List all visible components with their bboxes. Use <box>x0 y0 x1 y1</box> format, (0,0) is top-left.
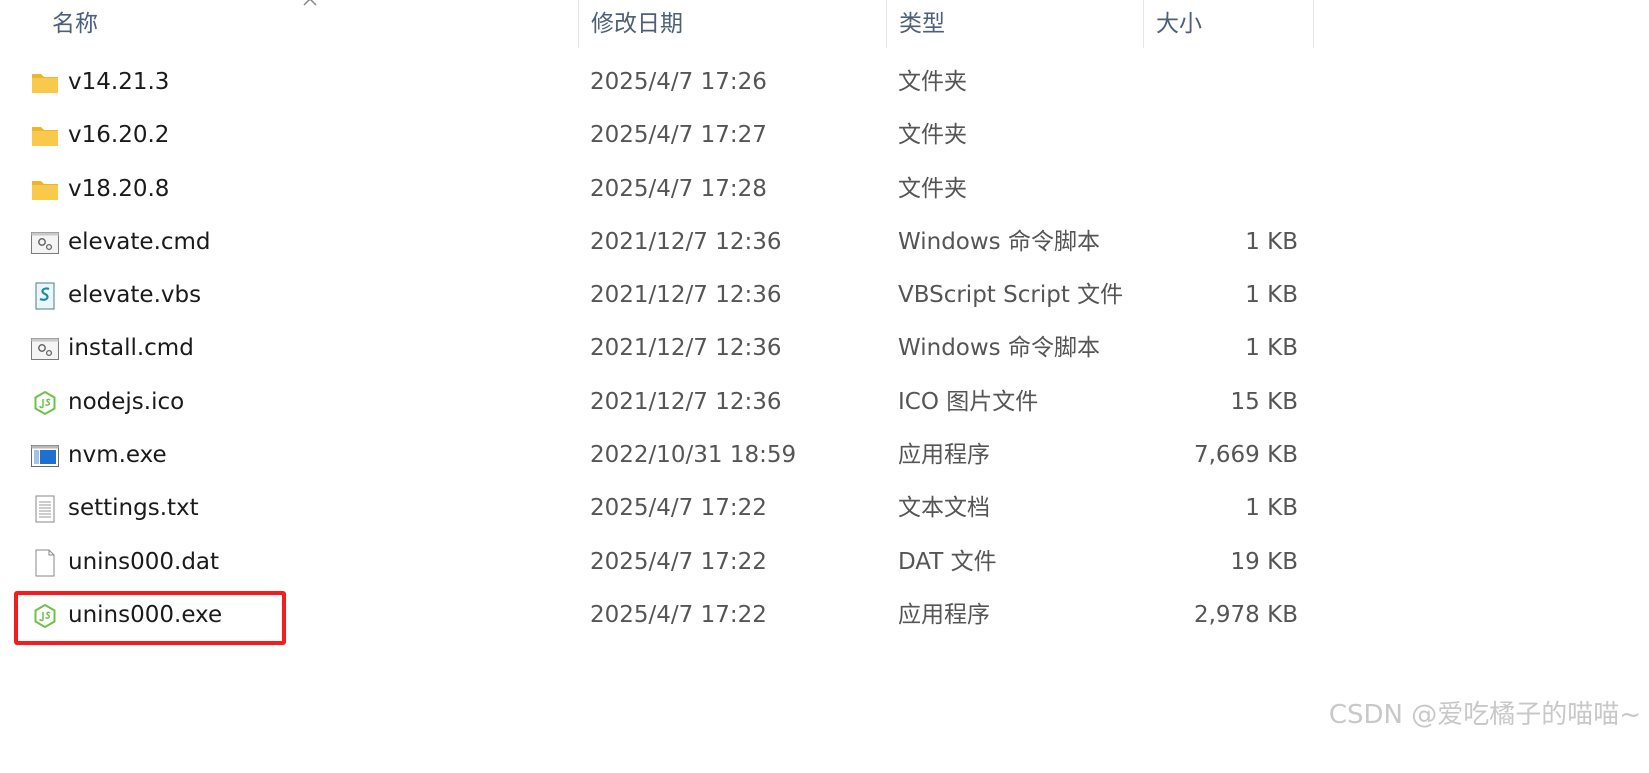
file-type: 文件夹 <box>898 69 967 95</box>
file-date-modified: 2025/4/7 17:27 <box>590 122 767 149</box>
file-size <box>1150 56 1298 109</box>
file-size: 1 KB <box>1245 282 1298 309</box>
column-header-type[interactable]: 类型 <box>886 0 1142 48</box>
file-name: v16.20.2 <box>68 122 170 149</box>
file-type: DAT 文件 <box>898 548 997 575</box>
file-row[interactable]: elevate.vbs 2021/12/7 12:36 VBScript Scr… <box>0 269 1320 322</box>
file-name: nvm.exe <box>68 442 167 469</box>
file-type: ICO 图片文件 <box>898 388 1039 415</box>
file-size <box>1150 163 1298 216</box>
file-name: v14.21.3 <box>68 69 170 95</box>
file-type: VBScript Script 文件 <box>898 282 1124 309</box>
file-date-modified: 2025/4/7 17:22 <box>590 601 767 628</box>
file-size: 1 KB <box>1245 495 1298 522</box>
file-row[interactable]: v14.21.3 2025/4/7 17:26 文件夹 <box>0 56 1320 109</box>
file-date-modified: 2021/12/7 12:36 <box>590 282 782 309</box>
text-document-icon <box>35 495 55 523</box>
file-type: 文件夹 <box>898 122 967 149</box>
column-header-date-modified[interactable]: 修改日期 <box>578 0 885 48</box>
file-name: elevate.cmd <box>68 228 211 255</box>
file-size <box>1150 109 1298 162</box>
nodejs-icon <box>34 390 56 415</box>
file-size: 15 KB <box>1230 388 1298 415</box>
file-size: 2,978 KB <box>1193 601 1298 628</box>
file-type: Windows 命令脚本 <box>898 228 1100 255</box>
cmd-script-icon <box>31 231 59 254</box>
file-row[interactable]: install.cmd 2021/12/7 12:36 Windows 命令脚本… <box>0 322 1320 375</box>
file-name: elevate.vbs <box>68 282 202 309</box>
blank-file-icon <box>35 549 55 577</box>
file-row[interactable]: v18.20.8 2025/4/7 17:28 文件夹 <box>0 163 1320 216</box>
file-type: 应用程序 <box>898 442 990 469</box>
file-date-modified: 2025/4/7 17:26 <box>590 69 767 95</box>
file-date-modified: 2021/12/7 12:36 <box>590 388 782 415</box>
column-header-bar: 名称 修改日期 类型 大小 <box>0 0 1649 48</box>
vbs-script-icon <box>35 282 55 310</box>
file-name: unins000.dat <box>68 548 220 575</box>
file-row[interactable]: nvm.exe 2022/10/31 18:59 应用程序 7,669 KB <box>0 429 1320 482</box>
file-row[interactable]: elevate.cmd 2021/12/7 12:36 Windows 命令脚本… <box>0 216 1320 269</box>
watermark: CSDN @爱吃橘子的喵喵~ <box>1328 700 1641 730</box>
file-row[interactable]: settings.txt 2025/4/7 17:22 文本文档 1 KB <box>0 482 1320 535</box>
file-date-modified: 2022/10/31 18:59 <box>590 442 797 469</box>
file-type: Windows 命令脚本 <box>898 335 1100 362</box>
folder-icon <box>32 127 58 147</box>
cmd-script-icon <box>31 338 59 361</box>
folder-icon <box>32 180 58 200</box>
file-row[interactable]: v16.20.2 2025/4/7 17:27 文件夹 <box>0 109 1320 162</box>
file-size: 1 KB <box>1245 335 1298 362</box>
file-list: v14.21.3 2025/4/7 17:26 文件夹 v16.20.2 202… <box>0 56 1649 642</box>
file-date-modified: 2025/4/7 17:22 <box>590 548 767 575</box>
file-name: v18.20.8 <box>68 175 170 202</box>
file-date-modified: 2025/4/7 17:28 <box>590 175 767 202</box>
column-header-name[interactable]: 名称 <box>40 0 577 48</box>
file-row[interactable]: nodejs.ico 2021/12/7 12:36 ICO 图片文件 15 K… <box>0 376 1320 429</box>
file-name: install.cmd <box>68 335 194 362</box>
file-date-modified: 2025/4/7 17:22 <box>590 495 767 522</box>
file-date-modified: 2021/12/7 12:36 <box>590 335 782 362</box>
file-type: 文本文档 <box>898 495 990 522</box>
file-name: nodejs.ico <box>68 388 185 415</box>
folder-icon <box>32 74 58 93</box>
file-date-modified: 2021/12/7 12:36 <box>590 228 782 255</box>
file-row[interactable]: unins000.dat 2025/4/7 17:22 DAT 文件 19 KB <box>0 536 1320 589</box>
highlight-annotation-box <box>14 591 286 645</box>
application-icon <box>31 445 59 468</box>
file-type: 应用程序 <box>898 601 990 628</box>
file-size: 19 KB <box>1230 548 1298 575</box>
file-size: 1 KB <box>1245 228 1298 255</box>
column-header-size[interactable]: 大小 <box>1143 0 1314 48</box>
file-name: settings.txt <box>68 495 199 522</box>
file-size: 7,669 KB <box>1193 442 1298 469</box>
file-type: 文件夹 <box>898 175 967 202</box>
